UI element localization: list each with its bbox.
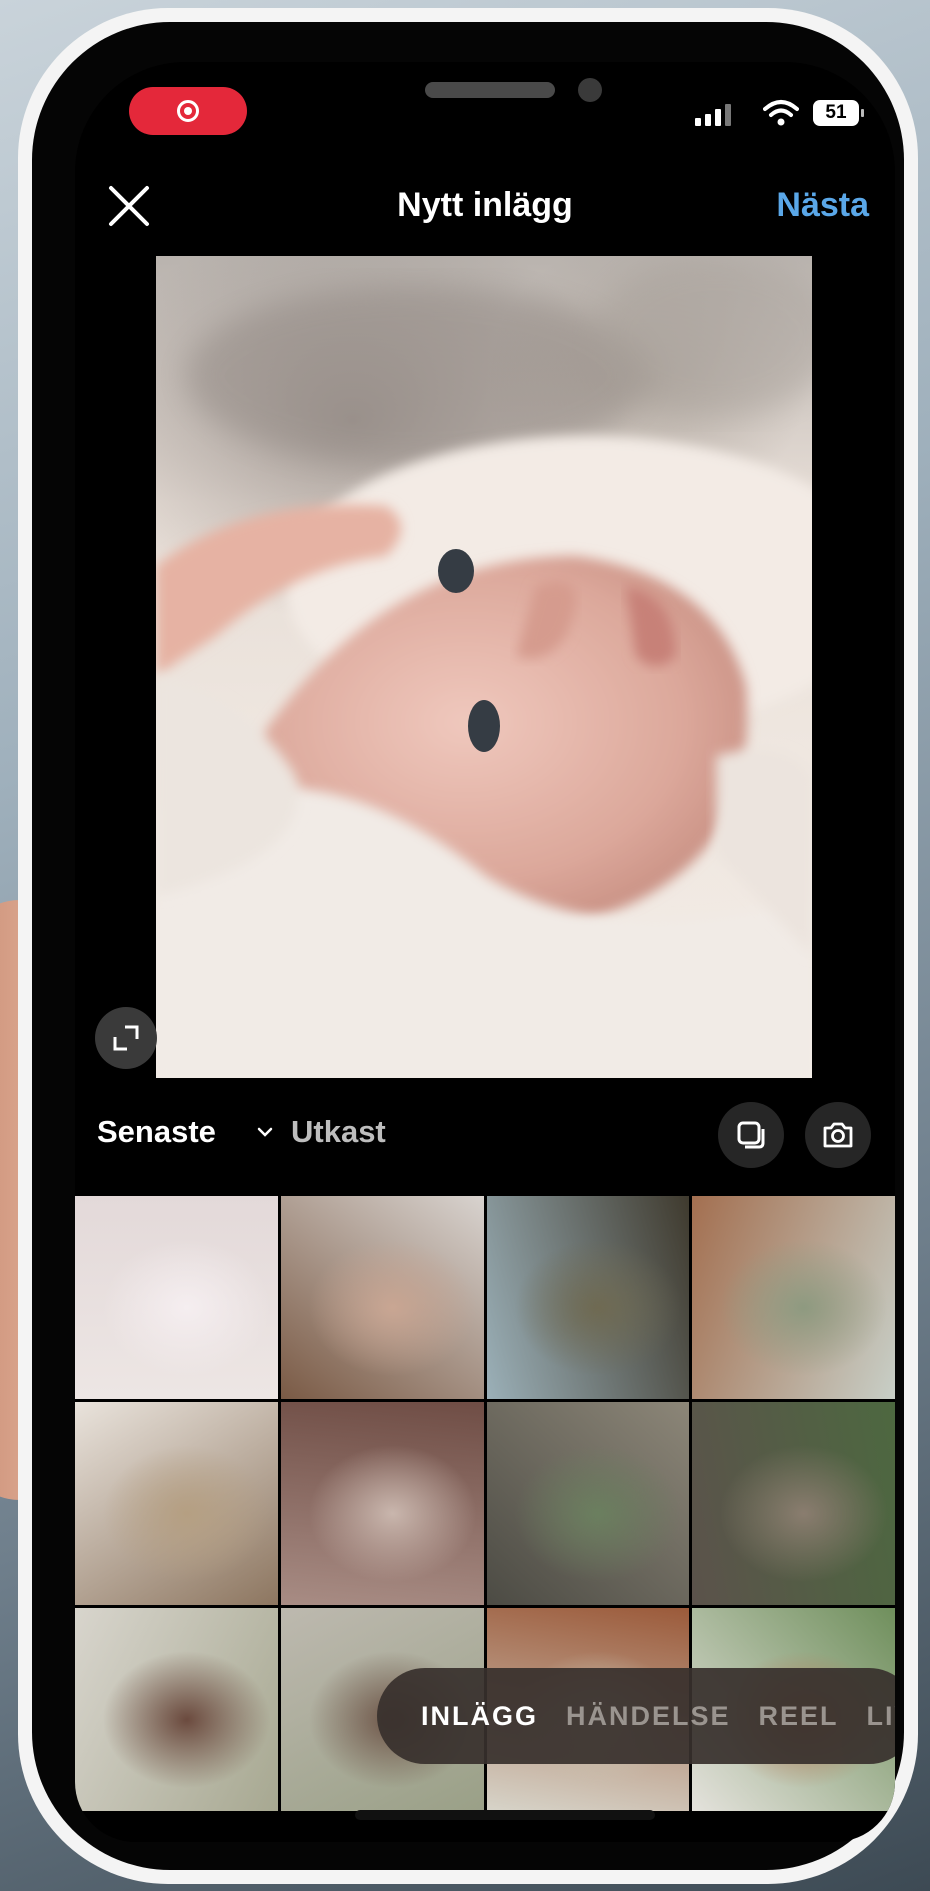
cellular-signal-icon <box>695 102 731 126</box>
mode-live[interactable]: LIVE <box>867 1701 895 1732</box>
battery-level: 51 <box>825 102 847 123</box>
expand-icon <box>113 1025 139 1051</box>
front-camera <box>578 78 602 102</box>
multi-select-button[interactable] <box>718 1102 784 1168</box>
home-indicator <box>355 1810 655 1820</box>
drafts-tab[interactable]: Utkast <box>291 1114 386 1150</box>
multiple-select-icon <box>737 1121 765 1149</box>
expand-crop-button[interactable] <box>95 1007 157 1069</box>
album-selector[interactable]: Senaste <box>97 1114 216 1150</box>
photo-thumbnail[interactable] <box>280 1196 484 1399</box>
mode-story[interactable]: HÄNDELSE <box>566 1701 731 1732</box>
wifi-icon <box>763 100 799 126</box>
photo-thumbnail[interactable] <box>75 1196 278 1399</box>
photo-thumbnail[interactable] <box>75 1402 278 1605</box>
speaker-grille <box>425 82 555 98</box>
next-button[interactable]: Nästa <box>776 186 869 225</box>
screen-recording-indicator[interactable] <box>129 87 247 135</box>
record-icon <box>177 100 199 122</box>
selected-photo-preview[interactable] <box>156 256 812 1078</box>
camera-button[interactable] <box>805 1102 871 1168</box>
photo-thumbnail[interactable] <box>692 1196 895 1399</box>
photo-thumbnail[interactable] <box>75 1608 278 1811</box>
mode-reel[interactable]: REEL <box>759 1701 839 1732</box>
photo-thumbnail[interactable] <box>280 1402 484 1605</box>
baby-photo <box>156 256 812 1078</box>
battery-indicator: 51 <box>813 100 864 126</box>
mode-post[interactable]: INLÄGG <box>421 1701 538 1732</box>
photo-thumbnail[interactable] <box>486 1196 690 1399</box>
photo-thumbnail[interactable] <box>692 1402 895 1605</box>
page-title: Nytt inlägg <box>397 186 573 224</box>
post-type-switcher: INLÄGG HÄNDELSE REEL LIVE <box>377 1668 895 1764</box>
photo-thumbnail[interactable] <box>486 1402 690 1605</box>
chevron-down-icon[interactable] <box>255 1122 275 1142</box>
app-screen: 51 Nytt inlägg Nästa Senaste Utkast INLÄ… <box>75 62 895 1842</box>
camera-icon <box>823 1122 853 1148</box>
